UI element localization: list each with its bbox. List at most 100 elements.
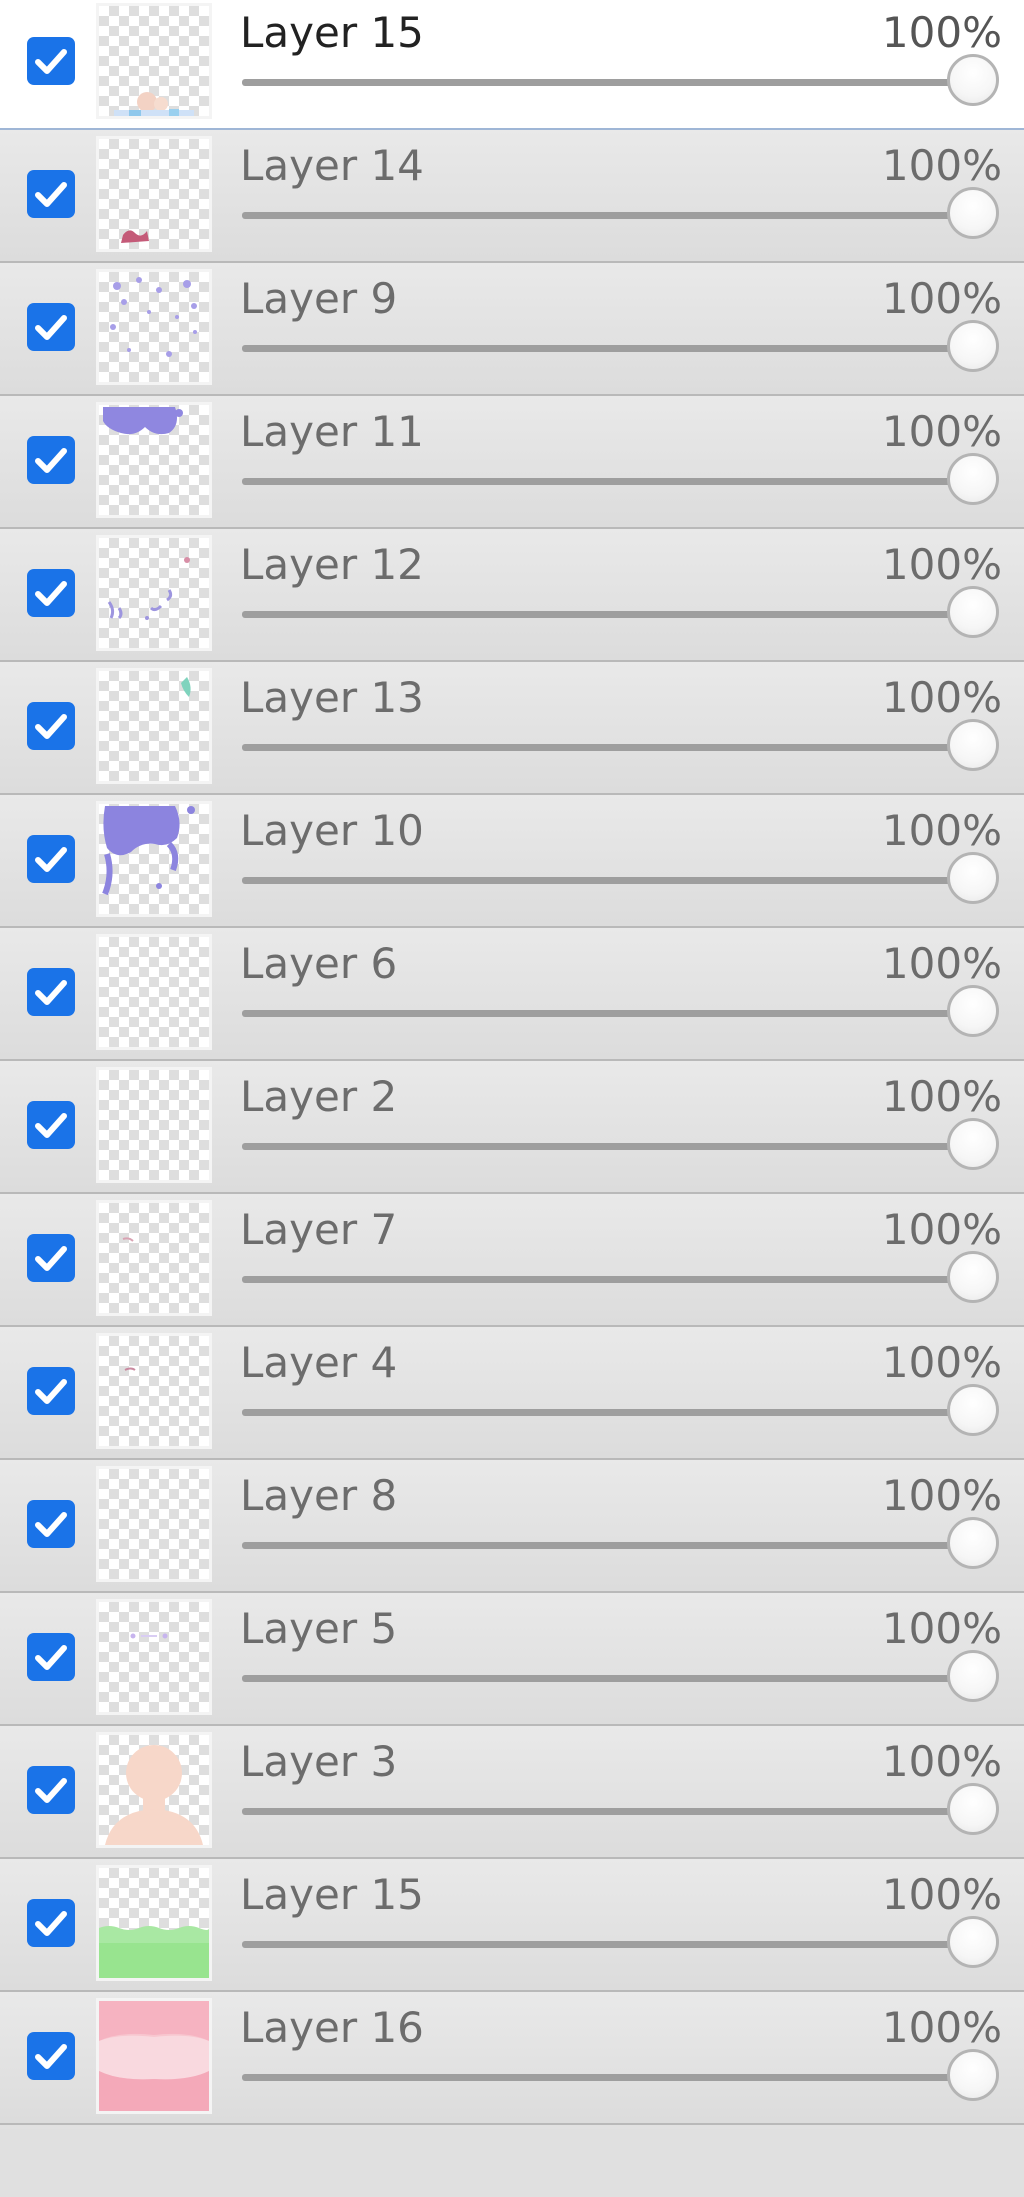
layer-row[interactable]: Layer 6 100%: [0, 928, 1024, 1061]
layer-thumbnail[interactable]: [96, 402, 212, 518]
visibility-checkbox[interactable]: [27, 569, 75, 617]
opacity-slider-thumb[interactable]: [947, 852, 999, 904]
layer-name[interactable]: Layer 14: [240, 138, 424, 194]
layer-row[interactable]: Layer 8 100%: [0, 1460, 1024, 1593]
layer-row[interactable]: Layer 16 100%: [0, 1992, 1024, 2125]
layer-name[interactable]: Layer 9: [240, 271, 397, 327]
layer-name[interactable]: Layer 3: [240, 1734, 397, 1790]
layer-thumbnail[interactable]: [96, 1865, 212, 1981]
visibility-checkbox[interactable]: [27, 968, 75, 1016]
visibility-checkbox[interactable]: [27, 2032, 75, 2080]
layer-thumbnail[interactable]: [96, 3, 212, 119]
opacity-slider-thumb[interactable]: [947, 985, 999, 1037]
layer-row[interactable]: Layer 15 100%: [0, 1859, 1024, 1992]
layer-name[interactable]: Layer 6: [240, 936, 397, 992]
opacity-slider-track[interactable]: [242, 79, 976, 86]
opacity-slider-track[interactable]: [242, 877, 976, 884]
opacity-slider-thumb[interactable]: [947, 1517, 999, 1569]
layer-thumbnail[interactable]: [96, 269, 212, 385]
visibility-checkbox[interactable]: [27, 835, 75, 883]
layer-row[interactable]: Layer 10 100%: [0, 795, 1024, 928]
opacity-slider-track[interactable]: [242, 1808, 976, 1815]
opacity-value: 100%: [881, 407, 1002, 456]
opacity-slider-thumb[interactable]: [947, 453, 999, 505]
opacity-slider-thumb[interactable]: [947, 1650, 999, 1702]
layer-thumbnail[interactable]: [96, 1333, 212, 1449]
visibility-checkbox[interactable]: [27, 37, 75, 85]
visibility-checkbox[interactable]: [27, 1766, 75, 1814]
visibility-checkbox[interactable]: [27, 1234, 75, 1282]
visibility-checkbox[interactable]: [27, 303, 75, 351]
layer-name[interactable]: Layer 5: [240, 1601, 397, 1657]
layer-thumbnail-image: [122, 1237, 134, 1242]
opacity-slider-thumb[interactable]: [947, 1118, 999, 1170]
opacity-slider-thumb[interactable]: [947, 320, 999, 372]
layer-name[interactable]: Layer 4: [240, 1335, 397, 1391]
layer-thumbnail[interactable]: [96, 1466, 212, 1582]
visibility-checkbox[interactable]: [27, 1633, 75, 1681]
layer-name[interactable]: Layer 13: [240, 670, 424, 726]
visibility-checkbox[interactable]: [27, 1101, 75, 1149]
layer-thumbnail[interactable]: [96, 668, 212, 784]
layer-thumbnail[interactable]: [96, 1067, 212, 1183]
layer-name[interactable]: Layer 15: [240, 5, 424, 61]
opacity-slider-thumb[interactable]: [947, 54, 999, 106]
visibility-checkbox[interactable]: [27, 170, 75, 218]
opacity-slider-track[interactable]: [242, 1409, 976, 1416]
opacity-slider-thumb[interactable]: [947, 187, 999, 239]
layer-name[interactable]: Layer 15: [240, 1867, 424, 1923]
layer-thumbnail[interactable]: [96, 1200, 212, 1316]
layer-row[interactable]: Layer 5 100%: [0, 1593, 1024, 1726]
layer-name[interactable]: Layer 8: [240, 1468, 397, 1524]
opacity-slider-track[interactable]: [242, 1143, 976, 1150]
layer-name[interactable]: Layer 12: [240, 537, 424, 593]
opacity-slider-track[interactable]: [242, 611, 976, 618]
layer-row[interactable]: Layer 9 100%: [0, 263, 1024, 396]
opacity-value: 100%: [881, 1205, 1002, 1254]
opacity-slider-track[interactable]: [242, 478, 976, 485]
layer-row[interactable]: Layer 12 100%: [0, 529, 1024, 662]
layer-row[interactable]: Layer 14 100%: [0, 130, 1024, 263]
layer-row[interactable]: Layer 11 100%: [0, 396, 1024, 529]
opacity-slider-thumb[interactable]: [947, 1384, 999, 1436]
layer-thumbnail[interactable]: [96, 1732, 212, 1848]
opacity-slider-track[interactable]: [242, 2074, 976, 2081]
opacity-slider-thumb[interactable]: [947, 1916, 999, 1968]
layer-name[interactable]: Layer 2: [240, 1069, 397, 1125]
layer-name[interactable]: Layer 10: [240, 803, 424, 859]
opacity-slider-thumb[interactable]: [947, 2049, 999, 2101]
opacity-slider-thumb[interactable]: [947, 586, 999, 638]
layer-row[interactable]: Layer 7 100%: [0, 1194, 1024, 1327]
layer-thumbnail[interactable]: [96, 535, 212, 651]
opacity-slider-track[interactable]: [242, 345, 976, 352]
layer-thumbnail[interactable]: [96, 801, 212, 917]
opacity-value: 100%: [881, 540, 1002, 589]
visibility-checkbox[interactable]: [27, 1500, 75, 1548]
opacity-slider-track[interactable]: [242, 1010, 976, 1017]
opacity-slider-track[interactable]: [242, 1542, 976, 1549]
layer-name[interactable]: Layer 7: [240, 1202, 397, 1258]
layer-row[interactable]: Layer 3 100%: [0, 1726, 1024, 1859]
layer-row[interactable]: Layer 13 100%: [0, 662, 1024, 795]
layer-row[interactable]: Layer 2 100%: [0, 1061, 1024, 1194]
visibility-checkbox[interactable]: [27, 436, 75, 484]
opacity-slider-track[interactable]: [242, 1941, 976, 1948]
visibility-checkbox[interactable]: [27, 702, 75, 750]
visibility-checkbox[interactable]: [27, 1367, 75, 1415]
layer-thumbnail[interactable]: [96, 1599, 212, 1715]
opacity-slider-track[interactable]: [242, 212, 976, 219]
layer-name[interactable]: Layer 11: [240, 404, 424, 460]
layer-row[interactable]: Layer 15 100%: [0, 0, 1024, 130]
layer-name[interactable]: Layer 16: [240, 2000, 424, 2056]
layer-thumbnail[interactable]: [96, 934, 212, 1050]
opacity-slider-track[interactable]: [242, 1276, 976, 1283]
opacity-slider-thumb[interactable]: [947, 1783, 999, 1835]
opacity-slider-thumb[interactable]: [947, 1251, 999, 1303]
layer-thumbnail[interactable]: [96, 1998, 212, 2114]
opacity-slider-thumb[interactable]: [947, 719, 999, 771]
opacity-slider-track[interactable]: [242, 744, 976, 751]
opacity-slider-track[interactable]: [242, 1675, 976, 1682]
layer-row[interactable]: Layer 4 100%: [0, 1327, 1024, 1460]
layer-thumbnail[interactable]: [96, 136, 212, 252]
visibility-checkbox[interactable]: [27, 1899, 75, 1947]
